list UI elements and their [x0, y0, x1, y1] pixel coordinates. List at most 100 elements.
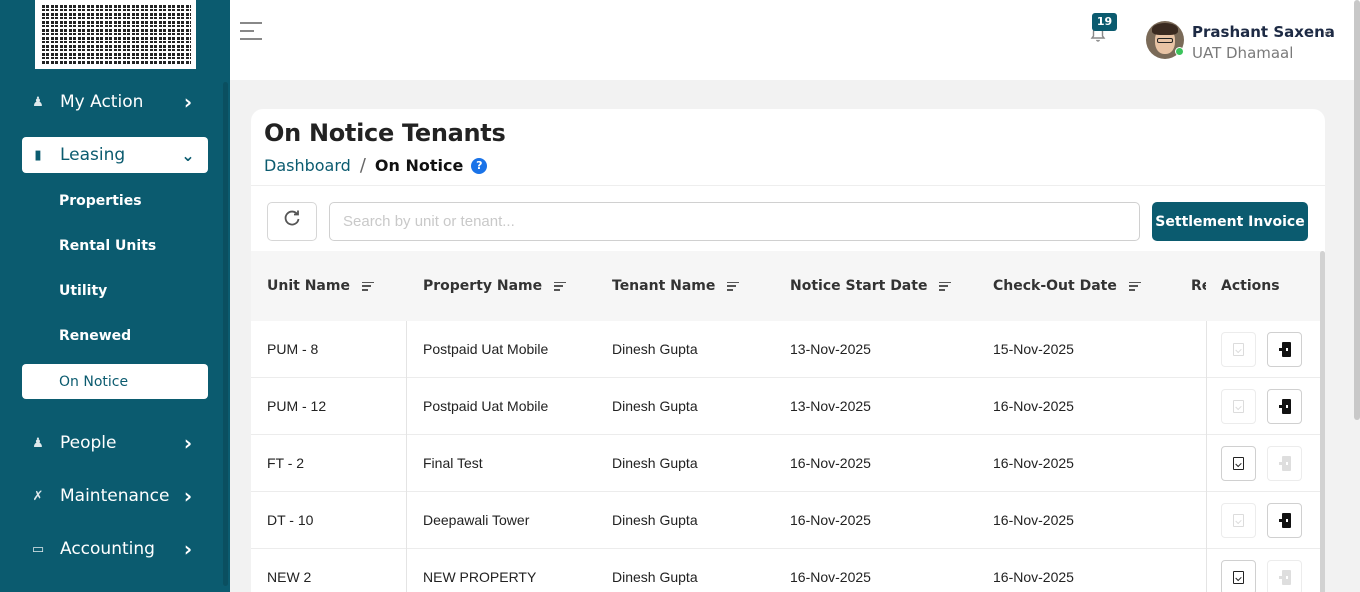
column-header-notice-start-date[interactable]: Notice Start Date	[790, 251, 952, 321]
sidebar-subitem-renewed[interactable]: Renewed	[22, 318, 208, 353]
help-icon[interactable]: ?	[471, 157, 488, 174]
table-row[interactable]: FT - 2 Final Test Dinesh Gupta 16-Nov-2025 1…	[251, 435, 1321, 492]
cell-tenant-name: Dinesh Gupta	[612, 341, 698, 357]
column-header-unit-name[interactable]: Unit Name	[267, 251, 374, 321]
column-header-property-name[interactable]: Property Name	[423, 251, 567, 321]
row-actions	[1207, 321, 1319, 377]
company-logo	[35, 0, 196, 69]
sort-icon[interactable]	[727, 281, 740, 291]
invoice-button	[1221, 332, 1256, 367]
person-icon: ♟	[32, 435, 44, 451]
door-exit-icon	[1278, 570, 1291, 585]
top-header: 19 Prashant Saxena UAT Dhamaal ⌄	[230, 0, 1360, 80]
cell-unit-name: PUM - 8	[267, 341, 319, 357]
sidebar-item-label: My Action	[60, 92, 144, 112]
sort-icon[interactable]	[939, 281, 952, 291]
door-exit-icon	[1278, 456, 1291, 471]
invoice-button[interactable]	[1221, 446, 1256, 481]
sidebar-item-people[interactable]: ♟ People ›	[22, 425, 208, 461]
table-row[interactable]: PUM - 8 Postpaid Uat Mobile Dinesh Gupta 13…	[251, 321, 1321, 378]
chevron-right-icon: ›	[183, 484, 193, 508]
sidebar-item-leasing[interactable]: ▮ Leasing ⌄	[22, 137, 208, 173]
door-exit-icon	[1278, 399, 1291, 414]
document-check-icon	[1233, 400, 1244, 413]
cell-unit-name: PUM - 12	[267, 398, 327, 414]
column-header-check-out-date[interactable]: Check-Out Date	[993, 251, 1141, 321]
notification-badge: 19	[1092, 13, 1117, 31]
cell-property-name: Final Test	[423, 455, 483, 471]
refresh-button[interactable]	[267, 202, 317, 241]
sort-icon[interactable]	[361, 281, 374, 291]
cell-notice-start-date: 16-Nov-2025	[790, 512, 871, 528]
cell-property-name: NEW PROPERTY	[423, 569, 537, 585]
sidebar-item-label: Accounting	[60, 539, 155, 559]
checkout-button[interactable]	[1267, 389, 1302, 424]
cell-tenant-name: Dinesh Gupta	[612, 455, 698, 471]
checkout-button[interactable]	[1267, 332, 1302, 367]
invoice-button	[1221, 503, 1256, 538]
main-card: On Notice Tenants Dashboard / On Notice …	[251, 109, 1325, 592]
cell-property-name: Postpaid Uat Mobile	[423, 341, 549, 357]
chevron-down-icon[interactable]: ⌄	[1322, 24, 1333, 39]
checkout-button[interactable]	[1267, 503, 1302, 538]
sidebar-item-label: Maintenance	[60, 486, 170, 506]
cell-tenant-name: Dinesh Gupta	[612, 569, 698, 585]
document-check-icon	[1233, 457, 1244, 470]
cell-check-out-date: 16-Nov-2025	[993, 398, 1074, 414]
cell-check-out-date: 16-Nov-2025	[993, 512, 1074, 528]
sidebar-subitem-rental-units[interactable]: Rental Units	[22, 228, 208, 263]
search-input[interactable]	[329, 202, 1140, 241]
column-header-tenant-name[interactable]: Tenant Name	[612, 251, 740, 321]
online-status-dot	[1175, 47, 1184, 56]
cell-notice-start-date: 13-Nov-2025	[790, 341, 871, 357]
cell-notice-start-date: 16-Nov-2025	[790, 569, 871, 585]
cell-check-out-date: 16-Nov-2025	[993, 569, 1074, 585]
invoice-button[interactable]	[1221, 560, 1256, 592]
sort-icon[interactable]	[554, 281, 567, 291]
door-exit-icon	[1278, 513, 1291, 528]
breadcrumb-dashboard-link[interactable]: Dashboard	[264, 156, 351, 175]
user-organization: UAT Dhamaal	[1192, 44, 1294, 62]
menu-icon[interactable]	[240, 22, 262, 40]
chevron-right-icon: ›	[183, 431, 193, 455]
cell-property-name: Deepawali Tower	[423, 512, 530, 528]
sidebar-item-my-action[interactable]: ♟ My Action ›	[22, 84, 208, 120]
sort-icon[interactable]	[1128, 281, 1141, 291]
cell-unit-name: DT - 10	[267, 512, 314, 528]
table-scrollbar[interactable]	[1320, 251, 1325, 592]
wallet-icon: ▭	[31, 541, 45, 557]
page-scrollbar[interactable]	[1354, 0, 1360, 420]
row-actions	[1207, 549, 1319, 592]
sidebar-subitem-on-notice[interactable]: On Notice	[22, 364, 208, 399]
cell-tenant-name: Dinesh Gupta	[612, 512, 698, 528]
settlement-invoice-button[interactable]: Settlement Invoice	[1152, 202, 1308, 241]
table-row[interactable]: DT - 10 Deepawali Tower Dinesh Gupta 16-Nov…	[251, 492, 1321, 549]
cell-check-out-date: 15-Nov-2025	[993, 341, 1074, 357]
row-actions	[1207, 378, 1319, 434]
sidebar-scrollbar[interactable]	[223, 82, 228, 586]
user-name[interactable]: Prashant Saxena	[1192, 23, 1335, 41]
invoice-button	[1221, 389, 1256, 424]
table-row[interactable]: PUM - 12 Postpaid Uat Mobile Dinesh Gupta 1…	[251, 378, 1321, 435]
chevron-down-icon: ⌄	[181, 145, 195, 165]
breadcrumb-separator: /	[359, 155, 366, 176]
breadcrumb: Dashboard / On Notice ?	[264, 155, 488, 176]
document-check-icon	[1233, 514, 1244, 527]
document-check-icon	[1233, 343, 1244, 356]
table-header: Unit Name Property Name Tenant Name Noti…	[251, 251, 1321, 321]
row-actions	[1207, 435, 1319, 491]
sidebar-item-maintenance[interactable]: ✗ Maintenance ›	[22, 478, 208, 514]
cell-check-out-date: 16-Nov-2025	[993, 455, 1074, 471]
sidebar-subitem-utility[interactable]: Utility	[22, 273, 208, 308]
cell-tenant-name: Dinesh Gupta	[612, 398, 698, 414]
sidebar-item-accounting[interactable]: ▭ Accounting ›	[22, 531, 208, 567]
sidebar-subitem-properties[interactable]: Properties	[22, 183, 208, 218]
chevron-right-icon: ›	[183, 90, 193, 114]
checkout-button	[1267, 560, 1302, 592]
cell-property-name: Postpaid Uat Mobile	[423, 398, 549, 414]
table-row[interactable]: NEW 2 NEW PROPERTY Dinesh Gupta 16-Nov-2025…	[251, 549, 1321, 592]
refresh-icon	[284, 210, 300, 226]
column-header-actions: Actions	[1206, 251, 1318, 321]
cell-notice-start-date: 13-Nov-2025	[790, 398, 871, 414]
chevron-right-icon: ›	[183, 537, 193, 561]
